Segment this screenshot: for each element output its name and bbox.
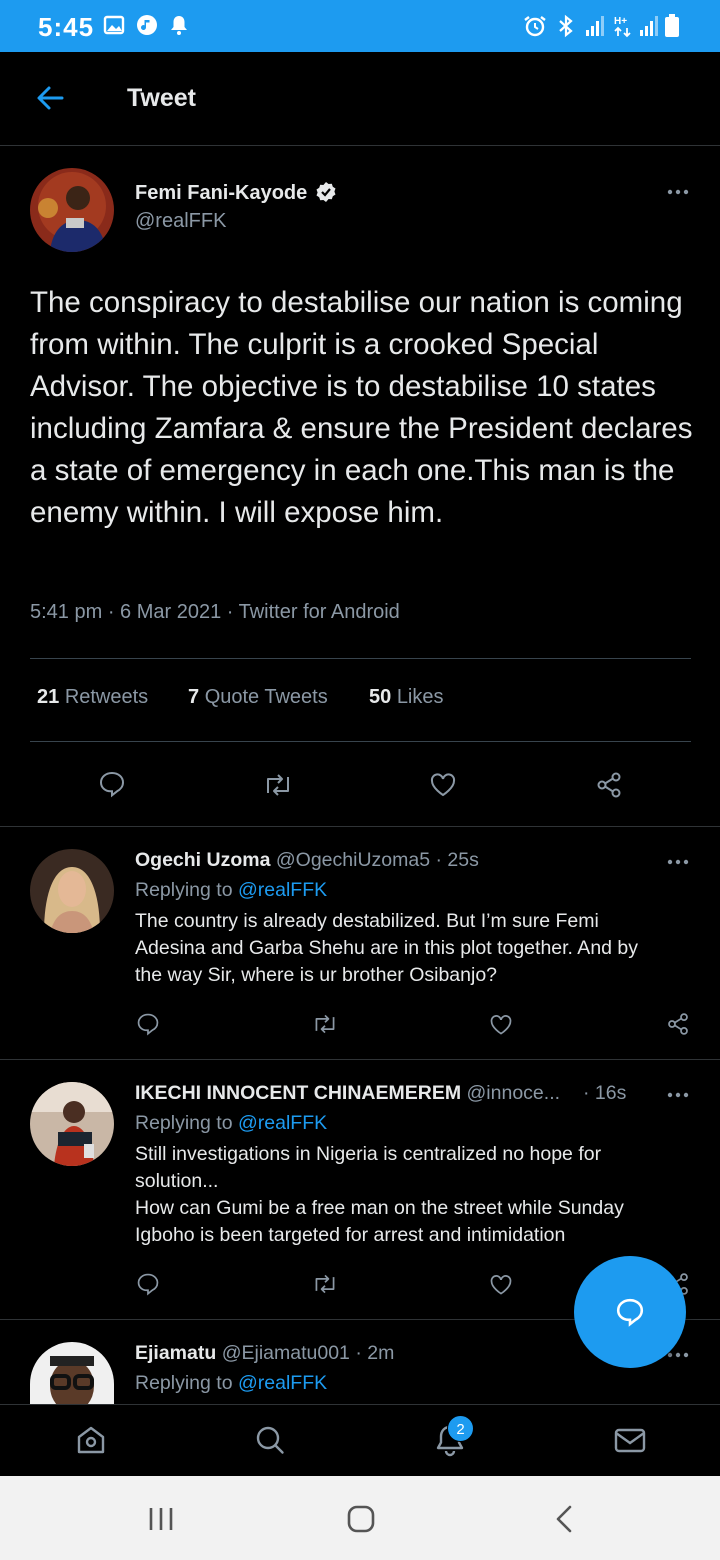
more-options-icon[interactable] [666, 858, 690, 866]
gallery-icon [103, 15, 125, 35]
reply-author-name[interactable]: IKECHI INNOCENT CHINAEMEREM [135, 1082, 461, 1104]
reply-author-line: Ejiamatu @Ejiamatu001 · 2m [135, 1342, 394, 1365]
tweet-timestamp: 5:41 pm · 6 Mar 2021 · Twitter for Andro… [30, 601, 400, 623]
tweet-text: The conspiracy to destabilise our nation… [30, 286, 693, 529]
home-button-icon[interactable] [346, 1504, 376, 1534]
reply-icon[interactable] [136, 1272, 160, 1296]
divider [30, 658, 691, 659]
like-heart-icon[interactable] [489, 1273, 513, 1297]
reply-avatar[interactable] [30, 1342, 114, 1404]
signal-icon [586, 16, 604, 36]
svg-text:H+: H+ [614, 16, 627, 27]
reply-author-line: IKECHI INNOCENT CHINAEMEREM @innoce... [135, 1082, 560, 1105]
author-handle[interactable]: @realFFK [135, 210, 226, 233]
reply-icon[interactable] [136, 1012, 160, 1036]
like-heart-icon[interactable] [429, 771, 457, 799]
more-options-icon[interactable] [666, 188, 690, 196]
page-title: Tweet [127, 84, 196, 112]
reply-avatar[interactable] [30, 849, 114, 933]
reply-time: · 16s [583, 1082, 627, 1104]
reply-handle: @innoce... [466, 1082, 561, 1104]
replying-to-link[interactable]: @realFFK [238, 1112, 327, 1134]
replying-to-link[interactable]: @realFFK [238, 1372, 327, 1394]
retweets-count[interactable]: 21 Retweets [37, 686, 148, 709]
share-icon[interactable] [666, 1012, 690, 1036]
search-icon[interactable] [253, 1423, 287, 1457]
messages-envelope-icon[interactable] [613, 1423, 647, 1457]
separator [0, 826, 720, 827]
reply-icon[interactable] [98, 770, 126, 798]
author-avatar[interactable] [30, 168, 114, 252]
back-arrow-icon[interactable] [34, 82, 66, 114]
separator [0, 1059, 720, 1060]
reply-avatar[interactable] [30, 1082, 114, 1166]
like-heart-icon[interactable] [489, 1013, 513, 1037]
home-icon[interactable] [74, 1423, 108, 1457]
divider [30, 741, 691, 742]
replying-to-link[interactable]: @realFFK [238, 879, 327, 901]
reply-text: The country is already destabilized. But… [135, 910, 639, 986]
reply-handle-time: @Ejiamatu001 · 2m [221, 1342, 395, 1364]
bluetooth-icon [559, 14, 573, 38]
author-name[interactable]: Femi Fani-Kayode [135, 181, 337, 205]
recent-apps-icon[interactable] [146, 1504, 176, 1534]
status-time: 5:45 [38, 12, 95, 42]
status-bar: 5:45 H+ [0, 0, 720, 52]
top-app-bar: Tweet [0, 52, 720, 146]
reply-handle-time: @OgechiUzoma5 · 25s [275, 849, 479, 871]
signal-icon-2 [640, 16, 658, 36]
likes-count[interactable]: 50 Likes [369, 686, 444, 709]
data-hplus-icon: H+ [614, 16, 631, 38]
share-icon[interactable] [595, 771, 623, 799]
reply-bubble-icon [616, 1298, 644, 1327]
retweet-icon[interactable] [262, 771, 294, 799]
notifications-badge: 2 [447, 1415, 474, 1442]
replying-to: Replying to @realFFK [135, 1372, 328, 1394]
replying-to: Replying to @realFFK [135, 879, 328, 901]
reply-author-name[interactable]: Ogechi Uzoma [135, 849, 270, 871]
retweet-icon[interactable] [311, 1272, 339, 1296]
more-options-icon[interactable] [666, 1091, 690, 1099]
replying-to: Replying to @realFFK [135, 1112, 328, 1134]
reply-author-line: Ogechi Uzoma @OgechiUzoma5 · 25s [135, 849, 479, 872]
system-navigation-bar [0, 1476, 720, 1560]
music-icon [137, 15, 157, 35]
compose-reply-button[interactable] [574, 1256, 686, 1368]
retweet-icon[interactable] [311, 1012, 339, 1036]
verified-badge-icon [316, 182, 336, 202]
quote-tweets-count[interactable]: 7 Quote Tweets [188, 686, 328, 709]
bottom-tab-bar [0, 1404, 720, 1476]
alarm-icon [524, 16, 546, 37]
more-options-icon[interactable] [666, 1351, 690, 1359]
reply-text: Still investigations in Nigeria is centr… [135, 1143, 624, 1246]
reply-author-name[interactable]: Ejiamatu [135, 1342, 216, 1364]
notification-bell-icon [171, 16, 187, 35]
battery-icon [665, 14, 679, 37]
system-back-icon[interactable] [550, 1504, 580, 1534]
